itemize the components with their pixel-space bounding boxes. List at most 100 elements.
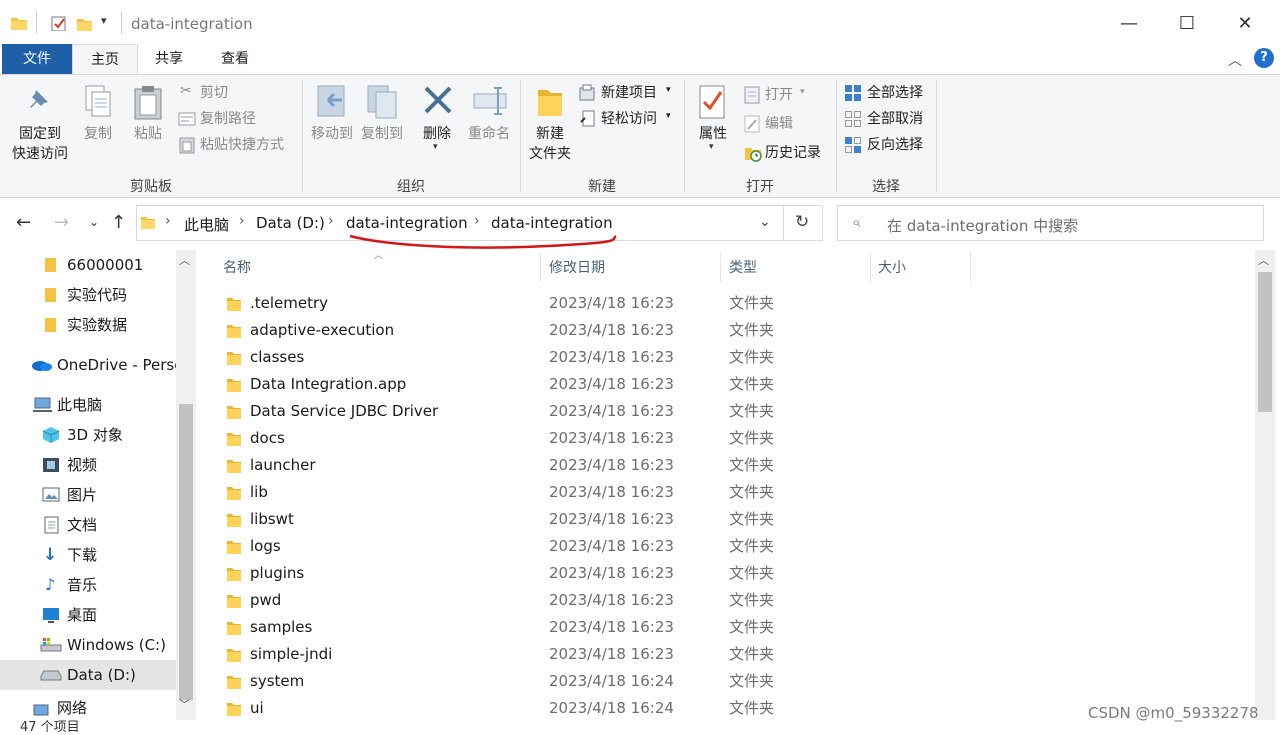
nav-item-this-pc[interactable]: 此电脑	[0, 390, 176, 420]
scroll-down-icon[interactable]: ﹀	[179, 696, 190, 712]
select-none-button[interactable]: 全部取消	[844, 109, 934, 129]
recent-locations-icon[interactable]: ⌄	[89, 215, 99, 229]
back-arrow-icon[interactable]: ←	[16, 212, 31, 233]
tab-file[interactable]: 文件	[2, 44, 72, 74]
file-date: 2023/4/18 16:23	[549, 618, 674, 636]
help-icon[interactable]: ?	[1254, 48, 1274, 68]
scroll-up-icon[interactable]: ︿	[179, 252, 190, 268]
nav-item-label: OneDrive - Persc	[57, 356, 176, 374]
file-date: 2023/4/18 16:23	[549, 321, 674, 339]
scroll-up-icon[interactable]: ︿	[1258, 252, 1269, 268]
select-all-button[interactable]: 全部选择	[844, 83, 934, 103]
crumb-data-integration-1[interactable]: data-integration	[346, 214, 468, 232]
file-type: 文件夹	[729, 483, 775, 501]
file-row[interactable]: Data Integration.app 2023/4/18 16:23 文件夹	[220, 371, 1250, 398]
nav-item-data[interactable]: 实验数据	[0, 310, 176, 340]
nav-pane-scrollbar[interactable]: ︿ ﹀	[176, 250, 196, 720]
address-dropdown-icon[interactable]: ⌄	[759, 214, 771, 230]
nav-scroll-thumb[interactable]	[179, 404, 193, 700]
customize-qat-icon[interactable]: ▾	[101, 14, 107, 27]
file-row[interactable]: docs 2023/4/18 16:23 文件夹	[220, 425, 1250, 452]
nav-item-3d-objects[interactable]: 3D 对象	[0, 420, 176, 450]
nav-item-pictures[interactable]: 图片	[0, 480, 176, 510]
delete-dropdown-icon[interactable]: ▾	[433, 142, 438, 152]
nav-item-onedrive[interactable]: OneDrive - Persc	[0, 350, 176, 380]
onedrive-icon	[32, 361, 52, 371]
properties-button[interactable]: 属性 ▾	[690, 82, 736, 168]
file-row[interactable]: pwd 2023/4/18 16:23 文件夹	[220, 587, 1250, 614]
nav-item-drive-c[interactable]: Windows (C:)	[0, 630, 176, 660]
nav-item-66000001[interactable]: 66000001	[0, 250, 176, 280]
refresh-button[interactable]: ↻	[784, 205, 823, 241]
nav-item-music[interactable]: ♪ 音乐	[0, 570, 176, 600]
nav-item-downloads[interactable]: ↓ 下载	[0, 540, 176, 570]
file-row[interactable]: simple-jndi 2023/4/18 16:23 文件夹	[220, 641, 1250, 668]
file-row[interactable]: .telemetry 2023/4/18 16:23 文件夹	[220, 290, 1250, 317]
file-row[interactable]: Data Service JDBC Driver 2023/4/18 16:23 文…	[220, 398, 1250, 425]
file-row[interactable]: launcher 2023/4/18 16:23 文件夹	[220, 452, 1250, 479]
search-placeholder[interactable]: 在 data-integration 中搜索	[887, 215, 1078, 236]
copy-path-button[interactable]: 复制路径	[178, 109, 293, 129]
edit-button[interactable]: 编辑	[744, 114, 824, 134]
column-header-date[interactable]: 修改日期	[549, 257, 605, 277]
file-row[interactable]: adaptive-execution 2023/4/18 16:23 文件夹	[220, 317, 1250, 344]
tab-share[interactable]: 共享	[136, 44, 202, 74]
crumb-chevron-icon[interactable]: ›	[474, 213, 480, 229]
cut-button[interactable]: ✂ 剪切	[178, 83, 293, 103]
paste-shortcut-button[interactable]: 粘贴快捷方式	[178, 135, 298, 155]
paste-button[interactable]: 粘贴	[128, 82, 168, 152]
properties-dropdown-icon[interactable]: ▾	[709, 142, 714, 152]
crumb-chevron-icon[interactable]: ›	[165, 213, 171, 229]
easy-access-button[interactable]: 轻松访问 ▾	[578, 109, 678, 129]
new-item-button[interactable]: 新建项目 ▾	[578, 83, 678, 103]
crumb-data-d[interactable]: Data (D:)	[256, 214, 325, 232]
file-row[interactable]: logs 2023/4/18 16:23 文件夹	[220, 533, 1250, 560]
file-row[interactable]: libswt 2023/4/18 16:23 文件夹	[220, 506, 1250, 533]
nav-item-desktop[interactable]: 桌面	[0, 600, 176, 630]
file-row[interactable]: classes 2023/4/18 16:23 文件夹	[220, 344, 1250, 371]
pin-icon	[30, 90, 48, 108]
invert-selection-button[interactable]: 反向选择	[844, 135, 934, 155]
collapse-ribbon-icon[interactable]: ︿	[1228, 50, 1242, 70]
minimize-button[interactable]: —	[1106, 10, 1152, 38]
move-to-button[interactable]: 移动到	[306, 82, 358, 152]
crumb-this-pc[interactable]: 此电脑	[184, 214, 229, 235]
nav-item-network[interactable]: 网络	[0, 698, 176, 718]
nav-item-code[interactable]: 实验代码	[0, 280, 176, 310]
column-header-type[interactable]: 类型	[729, 257, 757, 277]
nav-item-videos[interactable]: 视频	[0, 450, 176, 480]
forward-arrow-icon[interactable]: →	[54, 212, 69, 233]
copy-to-button[interactable]: 复制到	[356, 82, 408, 152]
properties-quick-icon[interactable]	[50, 15, 66, 31]
new-folder-quick-icon[interactable]	[76, 15, 92, 31]
close-button[interactable]: ✕	[1222, 10, 1268, 38]
delete-button[interactable]: 删除 ▾	[414, 82, 460, 162]
file-name: system	[250, 672, 305, 690]
file-list-scrollbar[interactable]: ︿	[1255, 250, 1275, 720]
tab-view[interactable]: 查看	[202, 44, 268, 74]
maximize-button[interactable]: ☐	[1164, 10, 1210, 38]
group-select-label: 选择	[872, 179, 900, 195]
tab-home[interactable]: 主页	[72, 44, 138, 76]
up-arrow-icon[interactable]: ↑	[111, 212, 126, 233]
column-header-name[interactable]: 名称	[223, 257, 251, 277]
file-row[interactable]: lib 2023/4/18 16:23 文件夹	[220, 479, 1250, 506]
crumb-chevron-icon[interactable]: ›	[239, 213, 245, 229]
history-button[interactable]: 历史记录	[744, 143, 834, 163]
rename-button[interactable]: 重命名	[462, 82, 516, 152]
list-scroll-thumb[interactable]	[1258, 272, 1272, 412]
file-row[interactable]: samples 2023/4/18 16:23 文件夹	[220, 614, 1250, 641]
copy-button[interactable]: 复制	[78, 82, 118, 152]
nav-item-documents[interactable]: 文档	[0, 510, 176, 540]
open-button[interactable]: 打开 ▾	[744, 85, 824, 105]
nav-item-drive-d[interactable]: Data (D:)	[0, 660, 176, 690]
paste-label: 粘贴	[134, 126, 162, 142]
crumb-data-integration-2[interactable]: data-integration	[491, 214, 613, 232]
new-folder-button[interactable]: 新建 文件夹	[524, 82, 576, 168]
crumb-chevron-icon[interactable]: ›	[328, 213, 334, 229]
search-box[interactable]: ⌕ 在 data-integration 中搜索	[837, 205, 1264, 241]
column-header-size[interactable]: 大小	[878, 257, 906, 277]
file-row[interactable]: system 2023/4/18 16:24 文件夹	[220, 668, 1250, 695]
file-row[interactable]: plugins 2023/4/18 16:23 文件夹	[220, 560, 1250, 587]
pin-quick-access-button[interactable]: 固定到 快速访问	[6, 82, 74, 172]
